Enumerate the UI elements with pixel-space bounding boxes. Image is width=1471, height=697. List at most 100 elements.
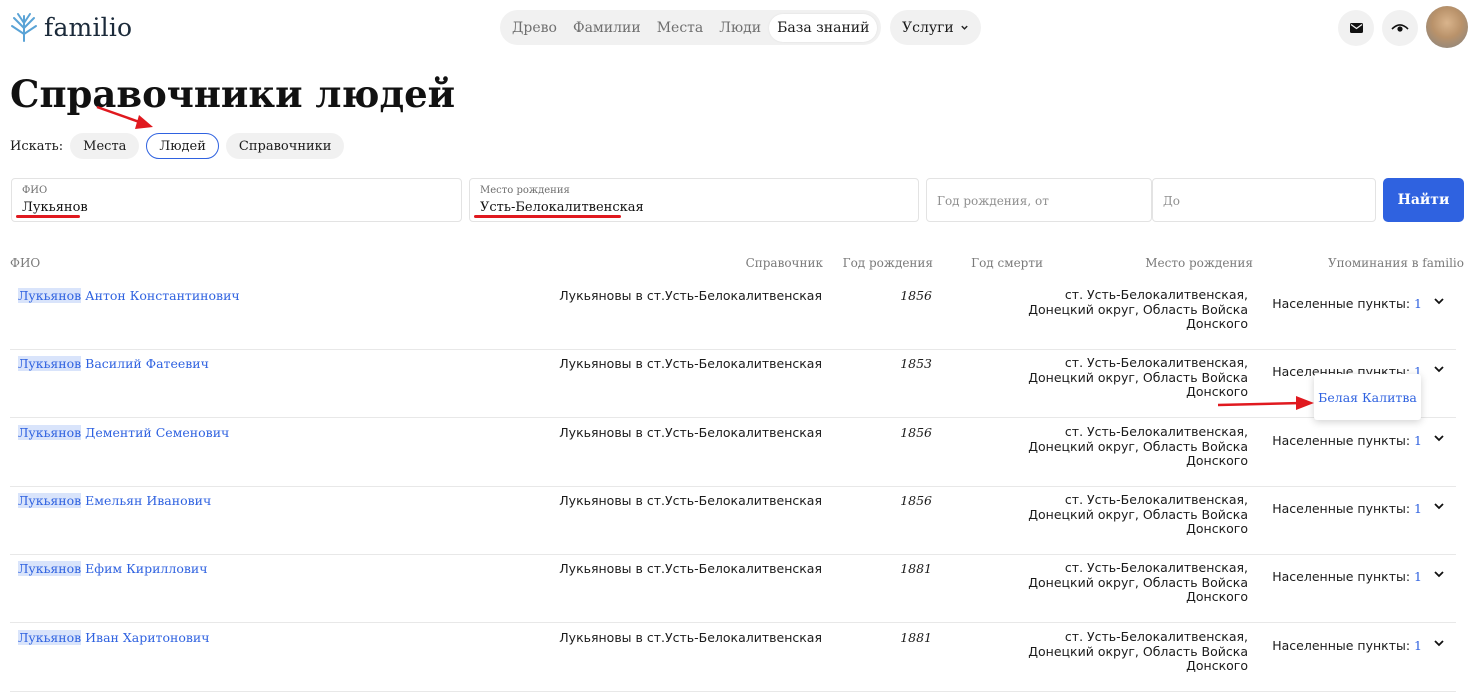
fio-field-value: Лукьянов <box>22 200 88 215</box>
mentions-count-link[interactable]: 1 <box>1414 569 1422 584</box>
year-to-placeholder: До <box>1163 194 1180 208</box>
logo-text: familio <box>44 12 133 42</box>
col-header-birth-year[interactable]: Год рождения <box>843 256 933 270</box>
reference-cell: Лукьяновы в ст.Усть-Белокалитвенская <box>559 425 822 440</box>
mail-icon <box>1349 23 1363 33</box>
nav-item-people[interactable]: Люди <box>711 14 769 42</box>
mentions-cell: Населенные пункты: 1 <box>1272 638 1422 653</box>
mentions-label: Населенные пункты: <box>1272 501 1411 516</box>
mentions-dropdown: Белая Калитва <box>1314 374 1421 420</box>
table-row: Лукьянов Иван Харитонович Лукьяновы в ст.… <box>10 624 1456 692</box>
birth-year-cell: 1856 <box>900 425 932 440</box>
mentions-cell: Населенные пункты: 1 <box>1272 433 1422 448</box>
chevron-down-icon[interactable] <box>1432 636 1446 650</box>
birth-year-cell: 1881 <box>900 630 932 645</box>
person-name-link[interactable]: Лукьянов Василий Фатеевич <box>18 356 209 371</box>
table-row: Лукьянов Емельян Иванович Лукьяновы в ст.… <box>10 487 1456 555</box>
nav-item-surnames[interactable]: Фамилии <box>565 14 649 42</box>
name-highlight: Лукьянов <box>18 288 82 303</box>
birth-year-cell: 1881 <box>900 561 932 576</box>
mentions-cell: Населенные пункты: 1 <box>1272 296 1422 311</box>
name-rest: Антон Константинович <box>81 288 240 303</box>
col-header-death-year[interactable]: Год смерти <box>971 256 1043 270</box>
mentions-count-link[interactable]: 1 <box>1414 501 1422 516</box>
table-row: Лукьянов Дементий Семенович Лукьяновы в с… <box>10 419 1456 487</box>
name-highlight: Лукьянов <box>18 425 82 440</box>
person-name-link[interactable]: Лукьянов Ефим Кириллович <box>18 561 207 576</box>
eye-icon <box>1391 24 1409 32</box>
chevron-down-icon[interactable] <box>1432 499 1446 513</box>
chevron-down-icon[interactable] <box>1432 362 1446 376</box>
find-button[interactable]: Найти <box>1383 178 1464 222</box>
messages-button[interactable] <box>1338 10 1374 46</box>
person-name-link[interactable]: Лукьянов Антон Константинович <box>18 288 240 303</box>
name-rest: Иван Харитонович <box>81 630 210 645</box>
table-row: Лукьянов Антон Константинович Лукьяновы в… <box>10 282 1456 350</box>
chevron-down-icon[interactable] <box>1432 294 1446 308</box>
mentions-label: Населенные пункты: <box>1272 638 1411 653</box>
nav-item-places[interactable]: Места <box>649 14 712 42</box>
table-row: Лукьянов Василий Фатеевич Лукьяновы в ст.… <box>10 350 1456 418</box>
chevron-down-icon[interactable] <box>1432 567 1446 581</box>
name-highlight: Лукьянов <box>18 630 82 645</box>
tree-logo-icon <box>11 13 37 42</box>
logo[interactable]: familio <box>10 12 132 42</box>
search-option-people[interactable]: Людей <box>146 133 219 159</box>
col-header-mentions[interactable]: Упоминания в familio <box>1328 256 1464 270</box>
name-rest: Ефим Кириллович <box>81 561 208 576</box>
dropdown-item-place[interactable]: Белая Калитва <box>1318 390 1417 405</box>
mentions-cell: Населенные пункты: 1 <box>1272 501 1422 516</box>
year-from-field[interactable]: Год рождения, от <box>926 178 1152 222</box>
services-label: Услуги <box>902 19 954 36</box>
col-header-birthplace[interactable]: Место рождения <box>1145 256 1253 270</box>
main-nav: Древо Фамилии Места Люди База знаний <box>500 10 882 45</box>
name-rest: Василий Фатеевич <box>81 356 209 371</box>
nav-item-tree[interactable]: Древо <box>504 14 565 42</box>
chevron-down-icon[interactable] <box>1432 431 1446 445</box>
mentions-count-link[interactable]: 1 <box>1414 433 1422 448</box>
birthplace-cell: ст. Усть-Белокалитвенская, Донецкий окру… <box>1028 355 1248 399</box>
birthplace-field-value: Усть-Белокалитвенская <box>480 200 644 215</box>
reference-cell: Лукьяновы в ст.Усть-Белокалитвенская <box>559 630 822 645</box>
person-name-link[interactable]: Лукьянов Иван Харитонович <box>18 630 209 645</box>
birthplace-cell: ст. Усть-Белокалитвенская, Донецкий окру… <box>1028 629 1248 673</box>
birthplace-cell: ст. Усть-Белокалитвенская, Донецкий окру… <box>1028 492 1248 536</box>
reference-cell: Лукьяновы в ст.Усть-Белокалитвенская <box>559 356 822 371</box>
annotation-underline <box>474 215 621 218</box>
name-highlight: Лукьянов <box>18 561 82 576</box>
birthplace-cell: ст. Усть-Белокалитвенская, Донецкий окру… <box>1028 424 1248 468</box>
birthplace-cell: ст. Усть-Белокалитвенская, Донецкий окру… <box>1028 287 1248 331</box>
mentions-count-link[interactable]: 1 <box>1414 296 1422 311</box>
annotation-underline <box>16 215 80 218</box>
col-header-fio[interactable]: ФИО <box>10 256 40 270</box>
mentions-count-link[interactable]: 1 <box>1414 638 1422 653</box>
mentions-label: Населенные пункты: <box>1272 433 1411 448</box>
name-rest: Емельян Иванович <box>81 493 212 508</box>
watch-button[interactable] <box>1382 10 1418 46</box>
table-row: Лукьянов Ефим Кириллович Лукьяновы в ст.У… <box>10 555 1456 623</box>
nav-item-knowledge-base[interactable]: База знаний <box>769 13 878 42</box>
reference-cell: Лукьяновы в ст.Усть-Белокалитвенская <box>559 561 822 576</box>
avatar[interactable] <box>1426 6 1468 48</box>
mentions-label: Населенные пункты: <box>1272 296 1411 311</box>
year-to-field[interactable]: До <box>1152 178 1376 222</box>
name-highlight: Лукьянов <box>18 493 82 508</box>
birth-year-cell: 1856 <box>900 288 932 303</box>
name-rest: Дементий Семенович <box>81 425 230 440</box>
services-menu[interactable]: Услуги <box>890 10 981 45</box>
birthplace-field-label: Место рождения <box>480 185 570 196</box>
col-header-reference[interactable]: Справочник <box>746 256 823 270</box>
search-label: Искать: <box>10 138 64 154</box>
mentions-label: Населенные пункты: <box>1272 569 1411 584</box>
page-title: Справочники людей <box>10 72 456 116</box>
birth-year-cell: 1856 <box>900 493 932 508</box>
name-highlight: Лукьянов <box>18 356 82 371</box>
person-name-link[interactable]: Лукьянов Дементий Семенович <box>18 425 229 440</box>
reference-cell: Лукьяновы в ст.Усть-Белокалитвенская <box>559 493 822 508</box>
search-option-references[interactable]: Справочники <box>225 133 345 159</box>
chevron-down-icon <box>961 25 968 30</box>
person-name-link[interactable]: Лукьянов Емельян Иванович <box>18 493 211 508</box>
search-option-places[interactable]: Места <box>70 133 140 159</box>
year-from-placeholder: Год рождения, от <box>937 194 1049 208</box>
birthplace-cell: ст. Усть-Белокалитвенская, Донецкий окру… <box>1028 560 1248 604</box>
